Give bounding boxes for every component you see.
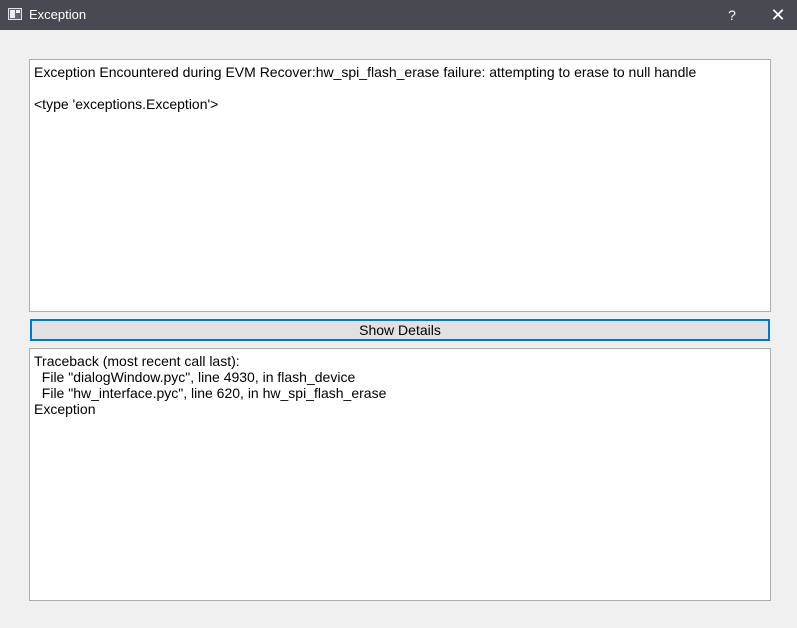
help-button[interactable]: ? (714, 0, 750, 30)
window-title: Exception (29, 7, 87, 22)
close-button[interactable]: ✕ (759, 0, 797, 30)
show-details-button[interactable]: Show Details (30, 319, 770, 341)
traceback-textbox[interactable]: Traceback (most recent call last): File … (29, 348, 771, 601)
show-details-label: Show Details (359, 322, 441, 338)
title-bar: Exception ? ✕ (0, 0, 797, 30)
exception-message-textbox[interactable]: Exception Encountered during EVM Recover… (29, 59, 771, 312)
window-app-icon (8, 8, 22, 20)
